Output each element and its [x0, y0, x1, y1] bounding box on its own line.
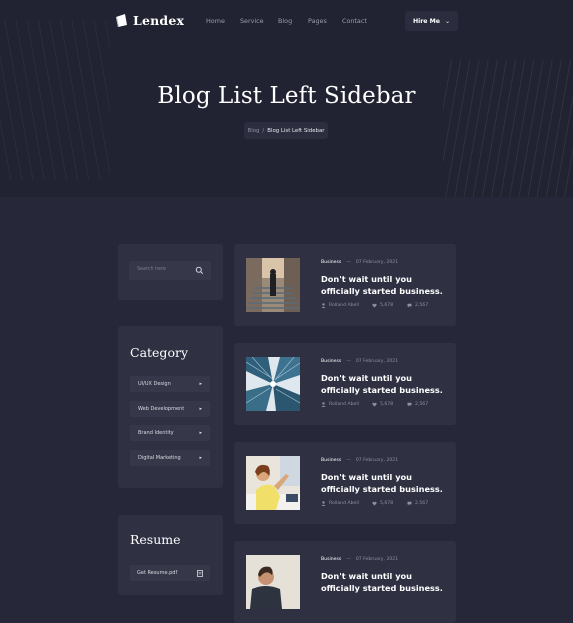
post-likes: 5,678	[372, 303, 393, 308]
page-title: Blog List Left Sidebar	[157, 83, 416, 109]
page-hero: Lendex Home Service Blog Pages Contact H…	[0, 0, 573, 197]
heart-icon	[372, 402, 377, 407]
meta-separator: —	[346, 359, 351, 364]
breadcrumb: Blog / Blog List Left Sidebar	[244, 122, 328, 139]
post-likes-count: 5,678	[380, 303, 394, 308]
hire-me-button[interactable]: Hire Me ⌄	[405, 11, 458, 31]
post-comments: 2,567	[407, 303, 428, 308]
search-icon[interactable]	[195, 266, 204, 275]
category-item[interactable]: Brand Identity ▸	[130, 425, 210, 441]
resume-download[interactable]: Get Resume.pdf	[130, 565, 210, 581]
category-widget: Category UI/UX Design ▸ Web Development …	[118, 326, 223, 488]
post-likes-count: 5,678	[380, 402, 394, 407]
category-item[interactable]: Digital Marketing ▸	[130, 450, 210, 466]
nav-blog[interactable]: Blog	[278, 17, 292, 25]
category-label: Web Development	[138, 406, 185, 412]
post-date: 07 February, 2021	[355, 458, 399, 463]
category-label: Brand Identity	[138, 430, 174, 436]
nav-home[interactable]: Home	[206, 17, 225, 25]
post-author: Rolland Abell	[321, 303, 359, 308]
post-thumbnail[interactable]	[246, 456, 300, 510]
post-thumbnail[interactable]	[246, 555, 300, 609]
nav-pages[interactable]: Pages	[308, 17, 327, 25]
post-title[interactable]: Don't wait until you officially started …	[321, 570, 451, 594]
nav-service[interactable]: Service	[240, 17, 264, 25]
breadcrumb-separator: /	[262, 127, 265, 134]
logo[interactable]: Lendex	[115, 13, 184, 28]
post-category[interactable]: Business	[321, 359, 341, 364]
meta-separator: —	[346, 260, 351, 265]
comment-icon	[407, 402, 412, 407]
logo-icon	[116, 14, 127, 27]
heart-icon	[372, 501, 377, 506]
user-icon	[321, 402, 326, 407]
blog-post-card[interactable]: Business — 07 February, 2021 Don't wait …	[234, 343, 456, 425]
category-item[interactable]: UI/UX Design ▸	[130, 376, 210, 392]
nav-contact[interactable]: Contact	[342, 17, 367, 25]
heart-icon	[372, 303, 377, 308]
chevron-right-icon: ▸	[199, 406, 202, 412]
hire-me-label: Hire Me	[412, 17, 441, 25]
post-thumbnail[interactable]	[246, 258, 300, 312]
post-meta: Business — 07 February, 2021	[321, 458, 398, 463]
post-category[interactable]: Business	[321, 557, 341, 562]
blog-post-card[interactable]: Business — 07 February, 2021 Don't wait …	[234, 541, 456, 623]
post-meta: Business — 07 February, 2021	[321, 260, 398, 265]
post-title[interactable]: Don't wait until you officially started …	[321, 471, 451, 495]
post-author-name: Rolland Abell	[329, 402, 359, 407]
blog-post-card[interactable]: Business — 07 February, 2021 Don't wait …	[234, 244, 456, 326]
resume-widget: Resume Get Resume.pdf	[118, 515, 223, 595]
chevron-right-icon: ▸	[199, 455, 202, 461]
document-icon	[197, 569, 203, 577]
category-label: Digital Marketing	[138, 455, 181, 461]
breadcrumb-blog[interactable]: Blog	[248, 128, 260, 134]
comment-icon	[407, 501, 412, 506]
post-likes: 5,678	[372, 501, 393, 506]
post-date: 07 February, 2021	[355, 260, 399, 265]
chevron-right-icon: ▸	[199, 430, 202, 436]
post-thumbnail[interactable]	[246, 357, 300, 411]
post-meta: Business — 07 February, 2021	[321, 359, 398, 364]
search-input[interactable]: Search here	[129, 261, 211, 280]
comment-icon	[407, 303, 412, 308]
logo-text: Lendex	[133, 13, 185, 28]
post-date: 07 February, 2021	[355, 557, 399, 562]
post-likes-count: 5,678	[380, 501, 394, 506]
post-category[interactable]: Business	[321, 458, 341, 463]
chevron-down-icon: ⌄	[445, 17, 451, 25]
meta-separator: —	[346, 458, 351, 463]
search-placeholder: Search here	[137, 267, 166, 272]
breadcrumb-current: Blog List Left Sidebar	[267, 127, 325, 134]
post-likes: 5,678	[372, 402, 393, 407]
post-comments-count: 2,567	[415, 501, 429, 506]
post-author-name: Rolland Abell	[329, 303, 359, 308]
post-title[interactable]: Don't wait until you officially started …	[321, 372, 451, 396]
post-author: Rolland Abell	[321, 402, 359, 407]
post-comments-count: 2,567	[415, 303, 429, 308]
post-comments-count: 2,567	[415, 402, 429, 407]
user-icon	[321, 303, 326, 308]
post-meta: Business — 07 February, 2021	[321, 557, 398, 562]
post-author-name: Rolland Abell	[329, 501, 359, 506]
category-title: Category	[130, 345, 189, 360]
category-label: UI/UX Design	[138, 381, 171, 387]
user-icon	[321, 501, 326, 506]
chevron-right-icon: ▸	[199, 381, 202, 387]
post-comments: 2,567	[407, 501, 428, 506]
resume-title: Resume	[130, 532, 181, 547]
post-date: 07 February, 2021	[355, 359, 399, 364]
search-widget: Search here	[118, 244, 223, 300]
category-item[interactable]: Web Development ▸	[130, 401, 210, 417]
post-category[interactable]: Business	[321, 260, 341, 265]
post-title[interactable]: Don't wait until you officially started …	[321, 273, 451, 297]
post-comments: 2,567	[407, 402, 428, 407]
hero-decoration	[443, 60, 573, 197]
meta-separator: —	[346, 557, 351, 562]
post-author: Rolland Abell	[321, 501, 359, 506]
resume-label: Get Resume.pdf	[137, 570, 178, 576]
blog-post-card[interactable]: Business — 07 February, 2021 Don't wait …	[234, 442, 456, 524]
